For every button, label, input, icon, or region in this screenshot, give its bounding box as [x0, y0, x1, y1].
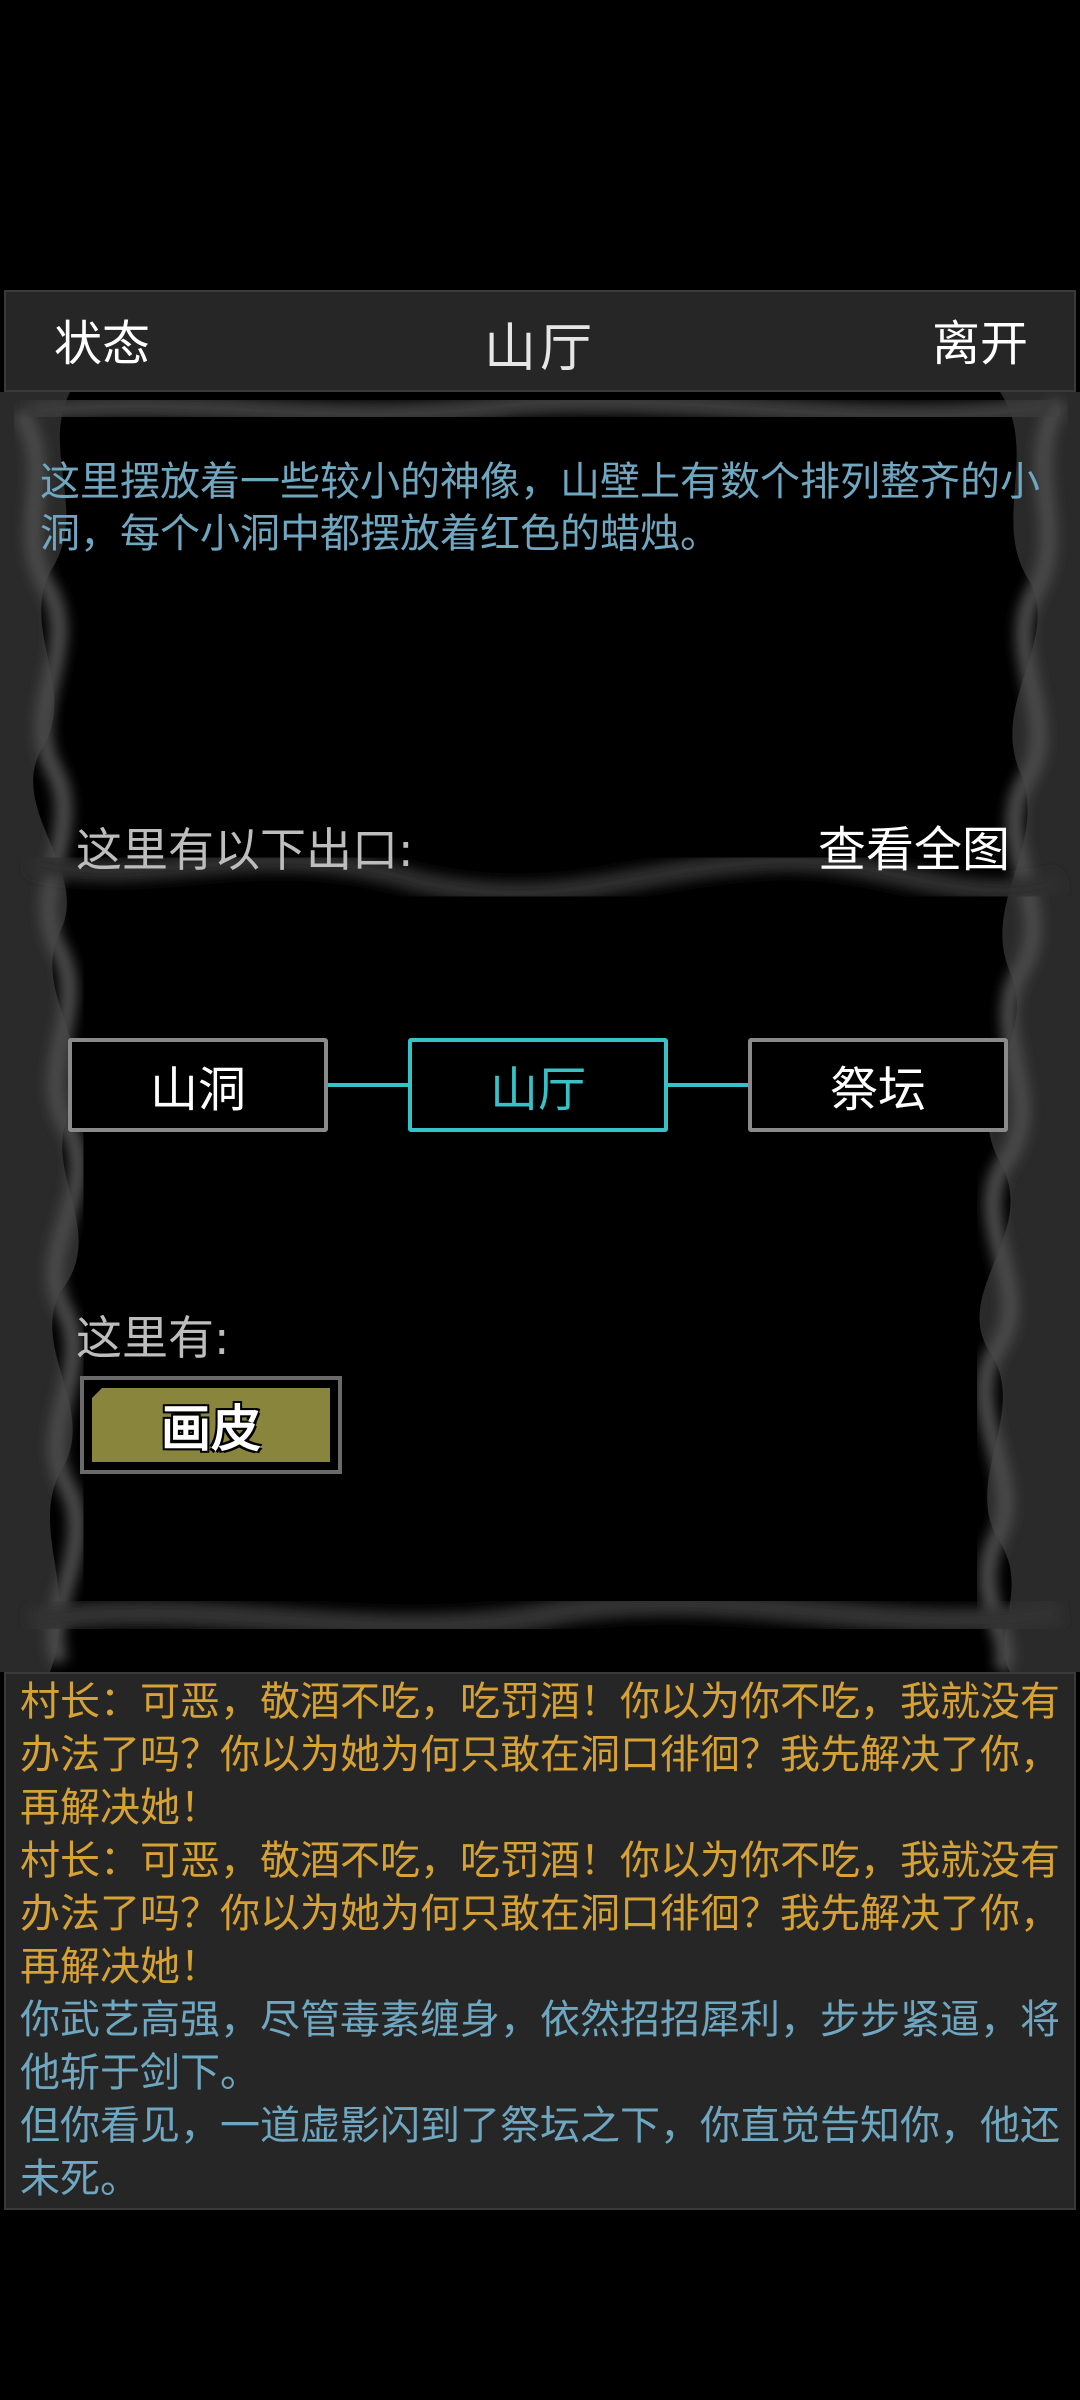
- message-log: 村长：可恶，敬酒不吃，吃罚酒！你以为你不吃，我就没有办法了吗？你以为她为何只敢在…: [4, 1672, 1076, 2210]
- exit-room-cave[interactable]: 山洞: [68, 1038, 328, 1132]
- log-line: 但你看见，一道虚影闪到了祭坛之下，你直觉告知你，他还未死。: [20, 2103, 1060, 2202]
- log-line: 村长：可恶，敬酒不吃，吃罚酒！你以为你不吃，我就没有办法了吗？你以为她为何只敢在…: [20, 1838, 1060, 1990]
- game-screen: 状态 山厅 离开 这里摆放着一些较小的神像，山壁上有数个排列整齐的小洞，每个小洞…: [0, 0, 1080, 2400]
- location-title: 山厅: [483, 319, 596, 379]
- top-bar: 状态 山厅 离开: [4, 290, 1076, 392]
- items-here-label: 这里有:: [76, 1311, 230, 1365]
- map-connector: [328, 1083, 408, 1087]
- exit-room-altar[interactable]: 祭坛: [748, 1038, 1008, 1132]
- item-button-painted-skin[interactable]: 画皮: [92, 1388, 330, 1462]
- exits-label: 这里有以下出口:: [76, 823, 414, 877]
- room-description: 这里摆放着一些较小的神像，山壁上有数个排列整齐的小洞，每个小洞中都摆放着红色的蜡…: [40, 459, 1040, 557]
- smoke-wall-decoration: [0, 392, 1080, 1672]
- item-slot: 画皮: [80, 1376, 342, 1474]
- log-line: 你武艺高强，尽管毒素缠身，依然招招犀利，步步紧逼，将他斩于剑下。: [20, 1997, 1060, 2096]
- leave-button[interactable]: 离开: [932, 314, 1028, 374]
- log-line: 村长：可恶，敬酒不吃，吃罚酒！你以为你不吃，我就没有办法了吗？你以为她为何只敢在…: [20, 1679, 1060, 1831]
- map-connector: [668, 1083, 748, 1087]
- current-room-node[interactable]: 山厅: [408, 1038, 668, 1132]
- room-view: 这里摆放着一些较小的神像，山壁上有数个排列整齐的小洞，每个小洞中都摆放着红色的蜡…: [0, 392, 1080, 1672]
- view-full-map-button[interactable]: 查看全图: [818, 810, 1010, 880]
